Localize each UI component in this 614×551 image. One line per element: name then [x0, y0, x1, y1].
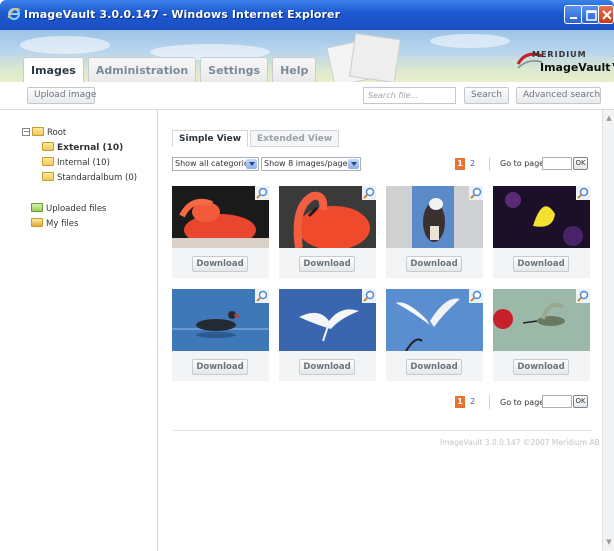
zoom-icon[interactable] [362, 186, 376, 200]
page-current: 1 [455, 158, 465, 170]
per-page-select[interactable]: Show 8 images/page [261, 157, 361, 171]
tree-folder-label: External (10) [57, 143, 124, 153]
category-select[interactable]: Show all categories [172, 157, 259, 171]
collapse-root-toggle[interactable]: − [22, 128, 30, 136]
logo-company: MERIDIUM [532, 50, 587, 59]
page-current: 1 [455, 396, 465, 408]
image-card: Download [386, 289, 483, 381]
zoom-icon[interactable] [576, 186, 590, 200]
folder-icon [42, 172, 54, 181]
window-title-bar: ImageVault 3.0.0.147 - Windows Internet … [0, 0, 614, 30]
uploaded-files-label: Uploaded files [46, 204, 107, 214]
goto-page-label: Go to page [500, 159, 545, 168]
zoom-icon[interactable] [469, 289, 483, 303]
maximize-icon [586, 10, 597, 21]
footer-copyright: ImageVault 3.0.0.147 ©2007 Meridium AB [440, 438, 600, 447]
image-card: Download [279, 186, 376, 278]
zoom-icon[interactable] [576, 289, 590, 303]
image-card: Download [386, 186, 483, 278]
image-card: Download [493, 289, 590, 381]
internet-explorer-icon [7, 8, 21, 20]
uploaded-files-link[interactable]: Uploaded files [31, 203, 106, 214]
search-button[interactable]: Search [464, 87, 509, 104]
upload-image-button[interactable]: Upload image [27, 87, 96, 104]
download-button[interactable]: Download [192, 359, 248, 375]
folder-icon [42, 157, 54, 166]
uploaded-files-icon [31, 203, 43, 212]
logo-product: ImageVault™ [540, 61, 614, 74]
tab-settings[interactable]: Settings [200, 57, 269, 82]
close-button[interactable] [598, 5, 614, 24]
tab-simple-view[interactable]: Simple View [172, 130, 249, 147]
page-link-2[interactable]: 2 [470, 397, 475, 406]
search-input[interactable]: Search file... [363, 87, 456, 104]
category-select-value: Show all categories [175, 159, 253, 168]
image-card: Download [493, 186, 590, 278]
main-nav-tabs: Images Administration Settings Help [23, 57, 320, 82]
goto-page-ok-button[interactable]: OK [573, 157, 588, 170]
my-files-icon [31, 218, 43, 227]
pagination-divider [489, 395, 490, 409]
window-title: ImageVault 3.0.0.147 - Windows Internet … [24, 8, 341, 21]
minimize-icon [570, 17, 577, 19]
zoom-icon[interactable] [255, 289, 269, 303]
tab-administration[interactable]: Administration [87, 57, 197, 82]
scroll-up-icon[interactable]: ▲ [605, 114, 613, 122]
download-button[interactable]: Download [406, 359, 462, 375]
tab-help[interactable]: Help [272, 57, 317, 82]
view-tabs: Simple View Extended View [172, 130, 341, 147]
vertical-scrollbar[interactable]: ▲ ▼ [602, 110, 614, 551]
folder-icon [42, 142, 54, 151]
zoom-icon[interactable] [469, 186, 483, 200]
tab-extended-view[interactable]: Extended View [250, 130, 340, 147]
tree-folder-standardalbum[interactable]: Standardalbum (0) [42, 172, 137, 183]
download-button[interactable]: Download [192, 256, 248, 272]
per-page-select-value: Show 8 images/page [264, 159, 348, 168]
tree-folder-label: Standardalbum (0) [57, 173, 138, 183]
tree-folder-label: Internal (10) [57, 158, 110, 168]
footer-divider [172, 430, 592, 431]
download-button[interactable]: Download [299, 359, 355, 375]
pagination-divider [489, 157, 490, 171]
chevron-down-icon [246, 159, 257, 169]
goto-page-input[interactable] [542, 395, 572, 408]
my-files-link[interactable]: My files [31, 218, 78, 229]
download-button[interactable]: Download [513, 256, 569, 272]
zoom-icon[interactable] [255, 186, 269, 200]
download-button[interactable]: Download [406, 256, 462, 272]
image-card: Download [279, 289, 376, 381]
page-link-2[interactable]: 2 [470, 159, 475, 168]
tree-root-label: Root [47, 128, 67, 138]
zoom-icon[interactable] [362, 289, 376, 303]
download-button[interactable]: Download [513, 359, 569, 375]
advanced-search-button[interactable]: Advanced search [516, 87, 601, 104]
chevron-down-icon [348, 159, 359, 169]
tab-images[interactable]: Images [23, 57, 84, 82]
tree-root[interactable]: Root [32, 127, 66, 138]
scroll-down-icon[interactable]: ▼ [605, 538, 613, 546]
close-icon [602, 10, 612, 20]
goto-page-ok-button[interactable]: OK [573, 395, 588, 408]
tree-folder-external[interactable]: External (10) [42, 142, 123, 153]
folder-icon [32, 127, 44, 136]
download-button[interactable]: Download [299, 256, 355, 272]
image-card: Download [172, 289, 269, 381]
my-files-label: My files [46, 219, 79, 229]
image-card: Download [172, 186, 269, 278]
goto-page-label: Go to page [500, 398, 545, 407]
tree-folder-internal[interactable]: Internal (10) [42, 157, 110, 168]
goto-page-input[interactable] [542, 157, 572, 170]
meridium-logo: MERIDIUM ImageVault™ [512, 48, 614, 76]
